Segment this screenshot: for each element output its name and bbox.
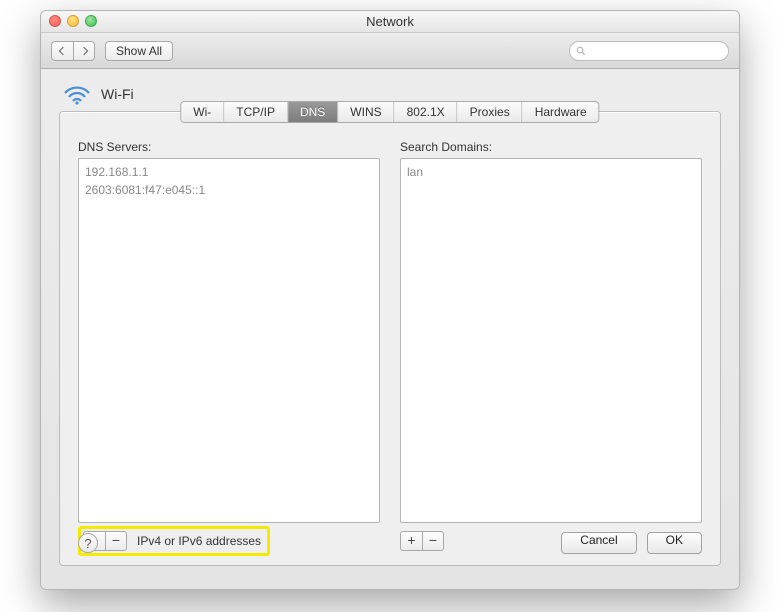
tab-tcpip[interactable]: TCP/IP [224,102,288,122]
window-title: Network [41,11,739,33]
ok-button[interactable]: OK [647,532,702,554]
help-button[interactable]: ? [78,533,98,553]
tab-wifi[interactable]: Wi-Fi [181,102,224,122]
list-item[interactable]: 192.168.1.1 [85,163,373,181]
wifi-icon [63,83,91,105]
dns-servers-column: DNS Servers: 192.168.1.1 2603:6081:f47:e… [78,140,380,553]
tab-hardware[interactable]: Hardware [523,102,599,122]
chevron-right-icon [80,46,88,54]
search-icon [576,46,586,56]
network-preferences-window: Network Show All Wi-Fi [40,10,740,590]
dns-servers-label: DNS Servers: [78,140,380,154]
dns-servers-list[interactable]: 192.168.1.1 2603:6081:f47:e045::1 [78,158,380,523]
toolbar: Show All [41,33,739,69]
forward-button[interactable] [73,41,95,61]
titlebar: Network [41,11,739,33]
show-all-button[interactable]: Show All [105,41,173,61]
tab-dns[interactable]: DNS [288,102,338,122]
sheet-footer: ? Cancel OK [60,521,720,565]
advanced-sheet: Wi-Fi TCP/IP DNS WINS 802.1X Proxies Har… [59,111,721,566]
nav-back-forward [51,41,95,61]
tab-bar: Wi-Fi TCP/IP DNS WINS 802.1X Proxies Har… [180,101,599,123]
search-input[interactable] [590,45,722,57]
tab-wins[interactable]: WINS [338,102,394,122]
cancel-button[interactable]: Cancel [561,532,636,554]
search-domains-column: Search Domains: lan + − [400,140,702,553]
chevron-left-icon [58,46,66,54]
tab-proxies[interactable]: Proxies [458,102,523,122]
content-area: Wi-Fi Wi-Fi TCP/IP DNS WINS 802.1X Proxi… [41,69,739,589]
list-item[interactable]: lan [407,163,695,181]
dns-panel: DNS Servers: 192.168.1.1 2603:6081:f47:e… [60,112,720,565]
back-button[interactable] [51,41,73,61]
list-item[interactable]: 2603:6081:f47:e045::1 [85,181,373,199]
search-domains-label: Search Domains: [400,140,702,154]
search-domains-list[interactable]: lan [400,158,702,523]
connection-name: Wi-Fi [101,86,134,102]
search-field[interactable] [569,41,729,61]
tab-8021x[interactable]: 802.1X [395,102,458,122]
